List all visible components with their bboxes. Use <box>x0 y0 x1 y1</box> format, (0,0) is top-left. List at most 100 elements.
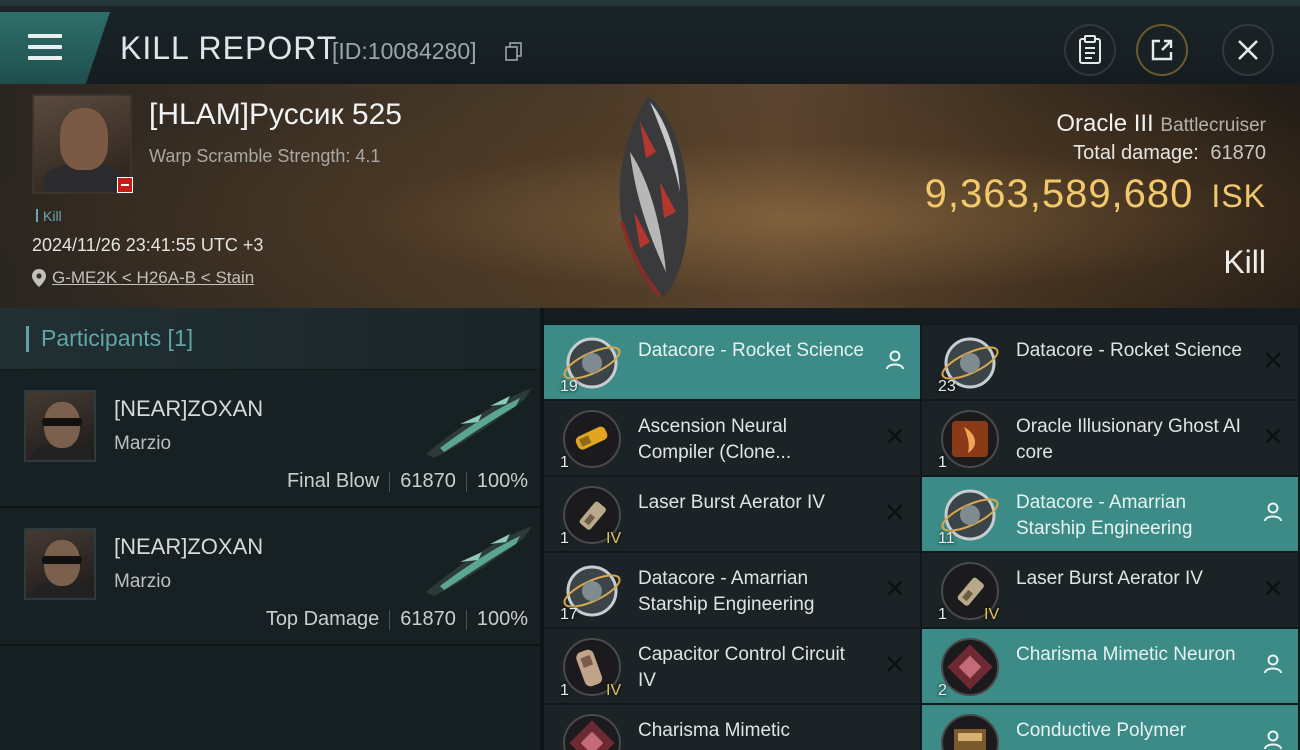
item-tile[interactable]: 1 Oracle Illusionary Ghost AI core <box>922 401 1298 475</box>
item-tile[interactable]: 1 IV Capacitor Control Circuit IV <box>544 629 920 703</box>
item-quantity: 11 <box>938 530 955 547</box>
participant-card[interactable]: [NEAR]ZOXAN Marzio Top Damage 61870 100% <box>0 508 540 646</box>
item-name: Oracle Illusionary Ghost AI core <box>1016 416 1241 463</box>
owner-person-icon <box>1264 654 1282 674</box>
victim-name[interactable]: [HLAM]Руссик 525 <box>149 98 402 132</box>
participant-avatar[interactable] <box>24 390 96 462</box>
item-state <box>884 577 906 599</box>
ai-core-icon <box>941 410 999 468</box>
destroyed-x-icon <box>887 580 903 596</box>
copy-icon[interactable] <box>505 42 523 62</box>
item-tile[interactable]: 2 Charisma Mimetic Neuron <box>922 629 1298 703</box>
participant-avatar[interactable] <box>24 528 96 600</box>
item-state <box>884 653 906 675</box>
kill-timestamp: 2024/11/26 23:41:55 UTC +3 <box>32 235 264 255</box>
neuron-icon <box>941 638 999 696</box>
participant-damage: 61870 <box>400 608 456 630</box>
item-state <box>1262 577 1284 599</box>
close-button[interactable] <box>1222 24 1274 76</box>
victim-ship-name[interactable]: Oracle III Battlecruiser <box>1056 110 1266 138</box>
item-name: Charisma Mimetic <box>638 720 791 741</box>
item-tile[interactable]: 1 IV Laser Burst Aerator IV <box>922 553 1298 627</box>
polymer-icon <box>941 714 999 750</box>
clipboard-icon <box>1079 35 1101 64</box>
item-quantity: 1 <box>938 606 947 623</box>
kill-id: [ID:10084280] <box>332 38 477 64</box>
item-state <box>884 425 906 447</box>
item-tile[interactable]: Conductive Polymer <box>922 705 1298 750</box>
item-meta-level: IV <box>606 682 622 699</box>
item-name: Charisma Mimetic Neuron <box>1016 644 1236 665</box>
item-quantity: 23 <box>938 378 956 395</box>
clipboard-button[interactable] <box>1064 24 1116 76</box>
item-state <box>884 729 906 750</box>
kill-location[interactable]: G-ME2K < H26A-B < Stain <box>32 268 254 288</box>
item-name: Datacore - Amarrian Starship Engineering <box>1016 492 1193 539</box>
participant-damage: 61870 <box>400 470 456 492</box>
victim-ship-image <box>619 96 689 298</box>
item-quantity: 2 <box>938 682 947 699</box>
participant-card[interactable]: [NEAR]ZOXAN Marzio Final Blow 61870 100% <box>0 370 540 508</box>
location-link[interactable]: G-ME2K < H26A-B < Stain <box>52 268 254 288</box>
kill-tag: Kill <box>36 208 62 224</box>
stat-divider <box>389 471 391 492</box>
destroyed-x-icon <box>887 504 903 520</box>
item-state <box>1262 425 1284 447</box>
owner-person-icon <box>1264 730 1282 750</box>
menu-button[interactable] <box>0 12 110 84</box>
item-tile[interactable]: 23 Datacore - Rocket Science <box>922 325 1298 399</box>
participant-name[interactable]: [NEAR]ZOXAN <box>114 534 263 560</box>
isk-unit: ISK <box>1211 178 1266 214</box>
total-damage-value: 61870 <box>1210 142 1266 164</box>
top-bar: KILL REPORT [ID:10084280] <box>0 0 1300 84</box>
item-tile[interactable]: 17 Datacore - Amarrian Starship Engineeri… <box>544 553 920 627</box>
item-state <box>1262 729 1284 750</box>
share-icon <box>1151 39 1173 61</box>
stat-divider <box>465 609 467 630</box>
item-name: Datacore - Rocket Science <box>1016 340 1242 361</box>
total-damage: Total damage: 61870 <box>1073 142 1266 165</box>
item-quantity: 19 <box>560 378 578 395</box>
owner-person-icon <box>1264 502 1282 522</box>
item-quantity: 1 <box>560 454 569 471</box>
participant-stats: Final Blow 61870 100% <box>287 470 528 493</box>
participant-name[interactable]: [NEAR]ZOXAN <box>114 396 263 422</box>
items-grid: 19 Datacore - Rocket Science 23 Datacore - … <box>544 308 1300 750</box>
participant-role: Final Blow <box>286 470 380 492</box>
ship-name-text: Oracle III <box>1056 110 1154 137</box>
isk-value: 9,363,589,680 ISK <box>925 172 1266 217</box>
participant-ship-image <box>426 526 532 596</box>
item-quantity: 1 <box>938 454 947 471</box>
item-tile[interactable]: 1 Ascension Neural Compiler (Clone... <box>544 401 920 475</box>
stat-divider <box>465 471 467 492</box>
location-pin-icon <box>32 269 46 287</box>
item-meta-level: IV <box>606 530 622 547</box>
compiler-icon <box>563 410 621 468</box>
stat-divider <box>389 609 391 630</box>
hamburger-icon <box>28 34 62 62</box>
item-state <box>1262 501 1284 523</box>
item-tile[interactable]: 19 Datacore - Rocket Science <box>544 325 920 399</box>
item-quantity: 17 <box>560 606 578 623</box>
participants-panel: Participants [1] [NEAR]ZOXAN Marzio Fina… <box>0 308 540 750</box>
item-name: Ascension Neural Compiler (Clone... <box>638 416 792 463</box>
item-tile[interactable]: 1 IV Laser Burst Aerator IV <box>544 477 920 551</box>
owner-person-icon <box>886 350 904 370</box>
item-tile[interactable]: 11 Datacore - Amarrian Starship Engineeri… <box>922 477 1298 551</box>
share-button[interactable] <box>1136 24 1188 76</box>
destroyed-badge-icon <box>117 177 133 193</box>
item-name: Laser Burst Aerator IV <box>1016 568 1203 589</box>
victim-banner: [HLAM]Руссик 525 Warp Scramble Strength:… <box>0 84 1300 308</box>
item-name: Datacore - Rocket Science <box>638 340 864 361</box>
item-state <box>884 501 906 523</box>
kill-result: Kill <box>1223 244 1266 280</box>
participant-percent: 100% <box>476 608 528 630</box>
participant-ship: Marzio <box>114 571 172 592</box>
item-name: Datacore - Amarrian Starship Engineering <box>638 568 815 615</box>
item-quantity: 1 <box>560 530 569 547</box>
destroyed-x-icon <box>887 428 903 444</box>
item-tile[interactable]: Charisma Mimetic <box>544 705 920 750</box>
close-icon <box>1238 40 1258 60</box>
total-damage-label: Total damage: <box>1073 142 1199 164</box>
item-state <box>1262 653 1284 675</box>
